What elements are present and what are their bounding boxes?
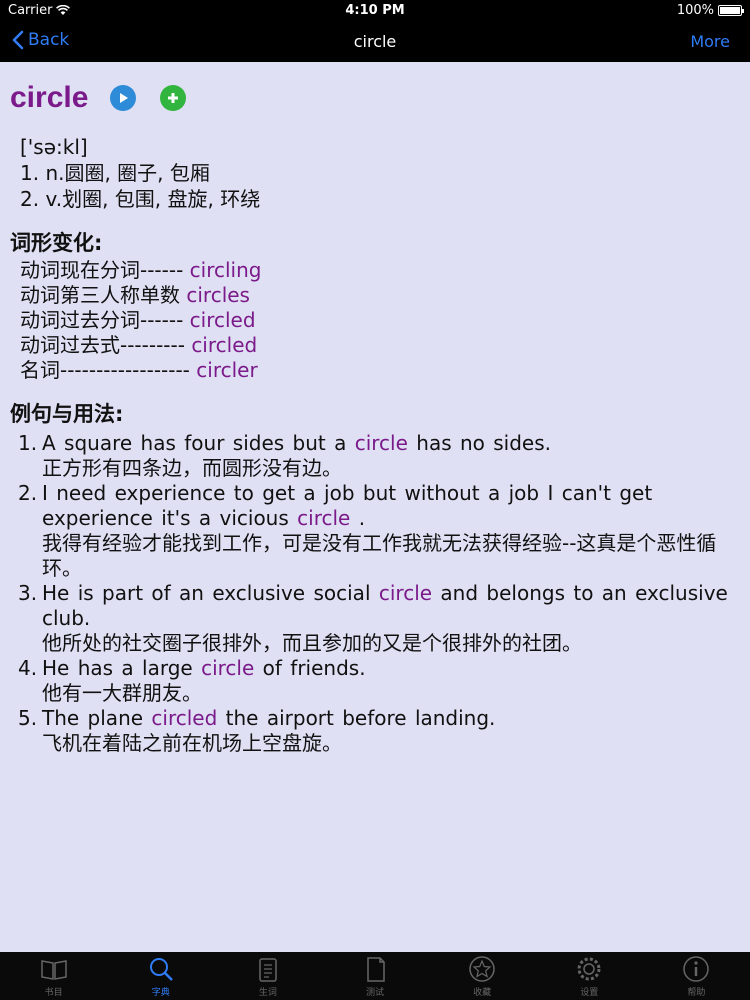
nav-title: circle — [353, 32, 397, 51]
tab-label: 帮助 — [687, 987, 706, 998]
headword-row: circle — [10, 62, 740, 134]
example-english: I need experience to get a job but witho… — [42, 481, 740, 531]
example-chinese: 他所处的社交圈子很排外，而且参加的又是个很排外的社团。 — [42, 631, 582, 655]
more-button[interactable]: More — [690, 32, 730, 51]
tab-help[interactable]: 帮助 — [643, 952, 750, 1000]
example-item: 3. He is part of an exclusive social cir… — [18, 581, 740, 656]
definition-item: 2. v.划圈, 包围, 盘旋, 环绕 — [20, 187, 261, 211]
form-value: circler — [196, 358, 258, 382]
form-label: 名词------------------ — [20, 358, 190, 382]
example-item: 1. A square has four sides but a circle … — [18, 431, 740, 481]
example-english: The plane circled the airport before lan… — [42, 706, 740, 731]
example-english: A square has four sides but a circle has… — [42, 431, 740, 456]
form-row: 动词过去分词------ circled — [20, 308, 740, 333]
form-label: 动词第三人称单数 — [20, 283, 180, 307]
example-chinese: 我得有经验才能找到工作，可是没有工作我就无法获得经验--这真是个恶性循环。 — [42, 531, 717, 580]
tab-test[interactable]: 测试 — [321, 952, 428, 1000]
tab-new-words[interactable]: 生词 — [214, 952, 321, 1000]
example-number: 3. — [18, 581, 38, 605]
status-bar: Carrier 4:10 PM 100% — [0, 0, 750, 22]
form-label: 动词过去式--------- — [20, 333, 185, 357]
tab-label: 书目 — [44, 987, 63, 998]
example-keyword: circle — [201, 656, 255, 680]
definition-item: 1. n.圆圈, 圈子, 包厢 — [20, 161, 210, 185]
clipboard-icon — [259, 957, 277, 982]
star-icon — [469, 955, 495, 982]
examples-title: 例句与用法: — [10, 402, 124, 426]
book-icon — [40, 959, 67, 980]
example-english: He has a large circle of friends. — [42, 656, 740, 681]
battery-percent: 100% — [676, 3, 714, 18]
example-keyword: circle — [297, 506, 351, 530]
example-text: of friends. — [254, 656, 366, 680]
gear-icon — [577, 957, 601, 980]
tab-bar: 书目 字典 生词 测试 收藏 设置 帮助 — [0, 952, 750, 1000]
add-to-wordlist-button[interactable] — [160, 85, 187, 111]
clock: 4:10 PM — [345, 3, 405, 18]
form-value: circled — [191, 333, 258, 357]
tab-label: 设置 — [580, 987, 599, 998]
plus-icon — [168, 93, 179, 103]
form-value: circled — [189, 308, 256, 332]
form-label: 动词现在分词------ — [20, 258, 184, 282]
example-number: 5. — [18, 706, 38, 730]
example-keyword: circle — [354, 431, 408, 455]
form-row: 动词过去式--------- circled — [20, 333, 740, 358]
example-chinese: 正方形有四条边，而圆形没有边。 — [42, 456, 342, 480]
tab-favorites[interactable]: 收藏 — [429, 952, 536, 1000]
tab-books[interactable]: 书目 — [0, 952, 107, 1000]
headword: circle — [10, 81, 89, 114]
example-item: 2. I need experience to get a job but wi… — [18, 481, 740, 581]
example-text: The plane — [42, 706, 152, 730]
example-text: has no sides. — [407, 431, 552, 455]
tab-label: 生词 — [258, 987, 277, 998]
example-keyword: circle — [378, 581, 433, 605]
battery-indicator: 100% — [676, 3, 744, 18]
form-row: 名词------------------ circler — [20, 358, 740, 383]
navigation-bar: Back circle More — [0, 22, 750, 62]
example-keyword: circled — [151, 706, 218, 730]
form-row: 动词现在分词------ circling — [20, 258, 740, 283]
example-item: 4. He has a large circle of friends. 他有一… — [18, 656, 740, 706]
word-forms: 动词现在分词------ circling 动词第三人称单数 circles 动… — [10, 258, 740, 383]
example-text: He is part of an exclusive social — [42, 581, 379, 605]
forms-title: 词形变化: — [10, 231, 103, 255]
tab-dictionary[interactable]: 字典 — [107, 952, 214, 1000]
battery-icon — [718, 5, 744, 16]
dictionary-entry: circle ['sə:kl] 1. n.圆圈, 圈子, 包厢 2. v.划圈,… — [0, 62, 750, 952]
form-row: 动词第三人称单数 circles — [20, 283, 740, 308]
tab-label: 测试 — [365, 987, 384, 998]
definitions: 1. n.圆圈, 圈子, 包厢 2. v.划圈, 包围, 盘旋, 环绕 — [10, 160, 740, 212]
form-label: 动词过去分词------ — [20, 308, 184, 332]
example-english: He is part of an exclusive social circle… — [42, 581, 740, 631]
example-text: . — [350, 506, 366, 530]
form-value: circles — [186, 283, 250, 307]
tab-label: 收藏 — [473, 987, 492, 998]
example-number: 2. — [18, 481, 38, 505]
example-text: He has a large — [42, 656, 202, 680]
phonetic: ['sə:kl] — [20, 135, 88, 159]
tab-settings[interactable]: 设置 — [536, 952, 643, 1000]
form-value: circling — [189, 258, 262, 282]
tab-label: 字典 — [151, 987, 170, 998]
example-item: 5. The plane circled the airport before … — [18, 706, 740, 756]
search-icon — [149, 957, 173, 981]
info-icon — [683, 955, 710, 982]
test-icon — [367, 956, 385, 982]
example-number: 1. — [18, 431, 38, 455]
example-chinese: 他有一大群朋友。 — [42, 681, 202, 705]
example-list: 1. A square has four sides but a circle … — [10, 431, 740, 756]
example-chinese: 飞机在着陆之前在机场上空盘旋。 — [42, 731, 342, 755]
example-text: the airport before landing. — [217, 706, 496, 730]
play-icon — [120, 93, 129, 103]
example-text: A square has four sides but a — [42, 431, 355, 455]
example-number: 4. — [18, 656, 38, 680]
play-pronunciation-button[interactable] — [110, 85, 137, 111]
